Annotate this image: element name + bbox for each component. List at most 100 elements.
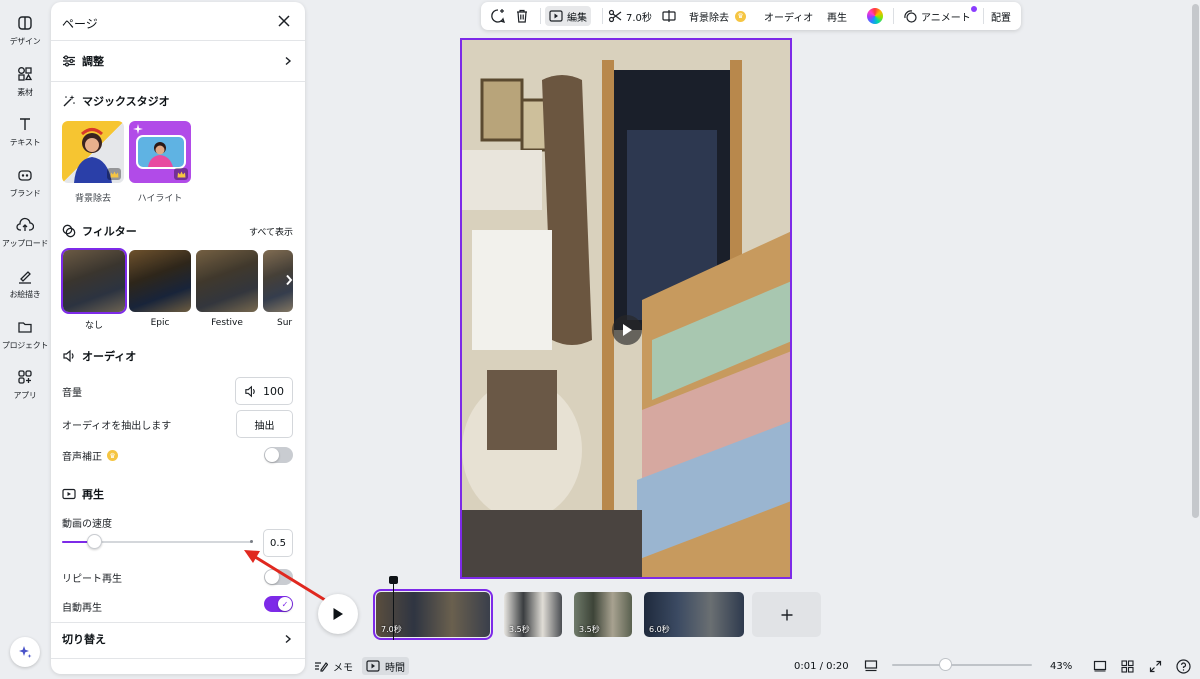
separator: [893, 8, 894, 24]
split-button[interactable]: [662, 6, 676, 26]
rail-item-design[interactable]: デザイン: [0, 12, 50, 47]
magic-studio-heading: マジックスタジオ: [62, 93, 293, 109]
animate-icon: [904, 10, 917, 23]
zoom-value[interactable]: 43%: [1050, 657, 1072, 675]
elements-icon: [13, 63, 37, 85]
text-icon: [13, 113, 37, 135]
filter-epic-thumbnail[interactable]: [129, 250, 191, 312]
autoplay-label: 自動再生: [62, 603, 102, 614]
comment-button[interactable]: [490, 6, 506, 26]
separator: [983, 8, 984, 24]
rail-label: アップロード: [1, 239, 49, 248]
filmstrip-icon: [864, 660, 878, 672]
magic-assistant-button[interactable]: [10, 637, 40, 667]
audio-enhance-toggle[interactable]: [264, 447, 293, 463]
extract-audio-label: オーディオを抽出します: [62, 421, 172, 432]
play-icon: [623, 324, 632, 336]
audio-label: オーディオ: [82, 350, 137, 363]
timing-button[interactable]: 時間: [362, 657, 409, 675]
chevron-right-icon: [286, 274, 293, 286]
timeline-play-button[interactable]: [318, 594, 358, 634]
filters-next-button[interactable]: [281, 272, 297, 288]
bookshop-scene: [462, 40, 790, 577]
sparkle-icon: [19, 646, 32, 658]
page-view-button[interactable]: [864, 657, 878, 675]
transition-row[interactable]: 切り替え: [62, 631, 293, 647]
trim-button[interactable]: 7.0秒: [608, 6, 652, 26]
edit-button[interactable]: 編集: [545, 6, 591, 26]
comment-add-icon: [491, 9, 506, 23]
highlight-frame: [136, 135, 186, 169]
rail-item-brand[interactable]: ブランド: [0, 164, 50, 199]
clip-duration: 3.5秒: [509, 625, 530, 634]
zoom-slider[interactable]: [892, 658, 1032, 671]
speed-label: 動画の速度: [62, 519, 112, 530]
timeline-clip-4[interactable]: 6.0秒: [644, 592, 744, 637]
bg-remove-label: 背景除去: [689, 12, 729, 24]
rail-item-draw[interactable]: お絵描き: [0, 265, 50, 300]
notification-dot: [970, 5, 977, 12]
playhead-handle[interactable]: [389, 576, 398, 584]
upload-icon: [13, 214, 37, 236]
timeline-clip-2[interactable]: 3.5秒: [504, 592, 562, 637]
split-icon: [662, 10, 676, 22]
video-canvas[interactable]: [460, 38, 792, 579]
rail-label: プロジェクト: [1, 341, 49, 350]
delete-button[interactable]: [515, 6, 529, 26]
adjust-row[interactable]: 調整: [62, 53, 293, 69]
duration-label: 7.0秒: [626, 12, 652, 24]
help-icon: [1176, 658, 1191, 674]
audio-button[interactable]: オーディオ: [764, 6, 813, 26]
rail-item-text[interactable]: テキスト: [0, 113, 50, 148]
plus-icon: [781, 609, 792, 620]
notes-button[interactable]: メモ: [314, 657, 353, 675]
highlight-thumbnail[interactable]: [129, 121, 191, 183]
divider: [51, 658, 305, 659]
zoom-slider-knob[interactable]: [939, 658, 953, 671]
rail-item-elements[interactable]: 素材: [0, 63, 50, 98]
rail-item-upload[interactable]: アップロード: [0, 214, 50, 249]
highlight-caption: ハイライト: [137, 194, 183, 204]
show-all-link[interactable]: すべて表示: [249, 225, 293, 238]
panel-title: ページ: [62, 17, 98, 31]
rail-item-apps[interactable]: アプリ: [0, 366, 50, 401]
playback-label: 再生: [82, 488, 104, 501]
grid-view-button[interactable]: [1121, 657, 1134, 675]
bg-remove-thumbnail[interactable]: [62, 121, 124, 183]
vertical-scrollbar[interactable]: [1192, 4, 1199, 518]
top-toolbar: 編集 7.0秒 背景除去 ♛ オーディオ 再生 アニメート 配置: [481, 2, 1021, 30]
rail-label: テキスト: [9, 138, 41, 147]
slider-end-dot: [250, 540, 253, 543]
help-button[interactable]: [1176, 657, 1191, 675]
speed-slider[interactable]: [62, 534, 253, 549]
volume-label: 音量: [62, 388, 82, 399]
color-button[interactable]: [867, 6, 883, 26]
animate-label: アニメート: [921, 12, 971, 24]
extract-audio-button[interactable]: 抽出: [236, 410, 293, 438]
video-play-overlay[interactable]: [612, 315, 642, 345]
volume-control[interactable]: 100: [235, 377, 293, 405]
position-button[interactable]: 配置: [991, 6, 1011, 26]
crown-badge: [174, 168, 188, 180]
filter-caption: Epic: [150, 318, 170, 328]
adjust-label: 調整: [82, 55, 104, 68]
animate-button[interactable]: アニメート: [903, 5, 977, 26]
filter-none-thumbnail[interactable]: [61, 248, 127, 314]
filter-festive-thumbnail[interactable]: [196, 250, 258, 312]
rail-item-projects[interactable]: プロジェクト: [0, 316, 50, 351]
playback-button[interactable]: 再生: [827, 6, 847, 26]
close-icon[interactable]: [276, 13, 292, 29]
rail-label: 素材: [17, 88, 33, 97]
expand-icon: [1149, 660, 1162, 672]
timeline-playhead[interactable]: [393, 578, 394, 640]
add-clip-button[interactable]: [752, 592, 821, 637]
timeline-clip-3[interactable]: 3.5秒: [574, 592, 632, 637]
bg-remove-button[interactable]: 背景除去 ♛: [689, 6, 746, 26]
fullscreen-button[interactable]: [1149, 657, 1162, 675]
toggle-knob: [265, 448, 279, 462]
person-illustration: [148, 142, 173, 167]
speed-slider-knob[interactable]: [87, 534, 103, 549]
filter-caption: Sur: [277, 318, 293, 328]
single-page-view-button[interactable]: [1093, 657, 1107, 675]
trash-icon: [517, 9, 527, 23]
